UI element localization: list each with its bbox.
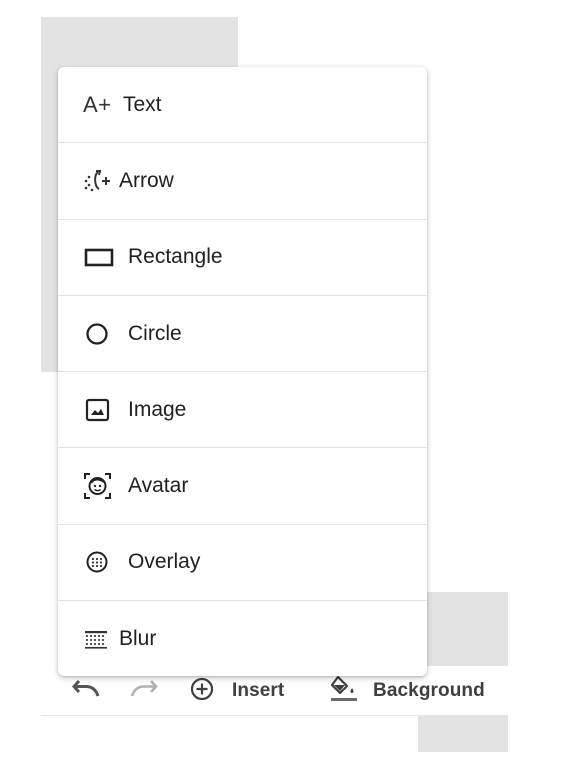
canvas-background-block	[418, 716, 508, 752]
menu-item-text[interactable]: A+ Text	[58, 67, 427, 144]
image-icon	[83, 395, 117, 425]
text-add-icon: A+	[83, 91, 112, 117]
circle-icon	[83, 319, 117, 349]
background-button[interactable]: Background	[329, 674, 485, 709]
menu-item-label: Circle	[128, 321, 182, 345]
add-circle-icon	[190, 677, 214, 706]
menu-item-avatar[interactable]: Avatar	[58, 448, 427, 525]
menu-item-arrow[interactable]: Arrow	[58, 143, 427, 220]
canvas-background-block	[418, 592, 508, 667]
blur-icon	[83, 624, 117, 654]
menu-item-rectangle[interactable]: Rectangle	[58, 220, 427, 296]
menu-item-label: Arrow	[119, 168, 174, 192]
redo-button[interactable]	[129, 679, 159, 703]
insert-label: Insert	[232, 680, 285, 701]
background-label: Background	[373, 680, 485, 701]
menu-item-label: Overlay	[128, 550, 201, 574]
menu-item-label: Image	[128, 397, 187, 421]
menu-item-label: Rectangle	[128, 245, 223, 269]
arrow-draw-icon	[83, 166, 117, 196]
undo-button[interactable]	[71, 679, 101, 703]
insert-menu: A+ Text Arrow Rectangle Circle Image Ava…	[58, 67, 427, 676]
menu-item-label: Blur	[119, 627, 157, 651]
menu-item-label: Avatar	[128, 474, 189, 498]
menu-item-circle[interactable]: Circle	[58, 296, 427, 373]
paint-bucket-icon	[329, 674, 359, 709]
menu-item-label: Text	[123, 92, 162, 116]
redo-icon	[129, 677, 159, 706]
menu-item-image[interactable]: Image	[58, 372, 427, 449]
rectangle-icon	[83, 242, 117, 272]
menu-item-blur[interactable]: Blur	[58, 601, 427, 676]
insert-button[interactable]: Insert	[190, 677, 285, 706]
avatar-icon	[83, 471, 117, 501]
overlay-icon	[83, 547, 117, 577]
undo-icon	[71, 677, 101, 706]
menu-item-overlay[interactable]: Overlay	[58, 525, 427, 602]
